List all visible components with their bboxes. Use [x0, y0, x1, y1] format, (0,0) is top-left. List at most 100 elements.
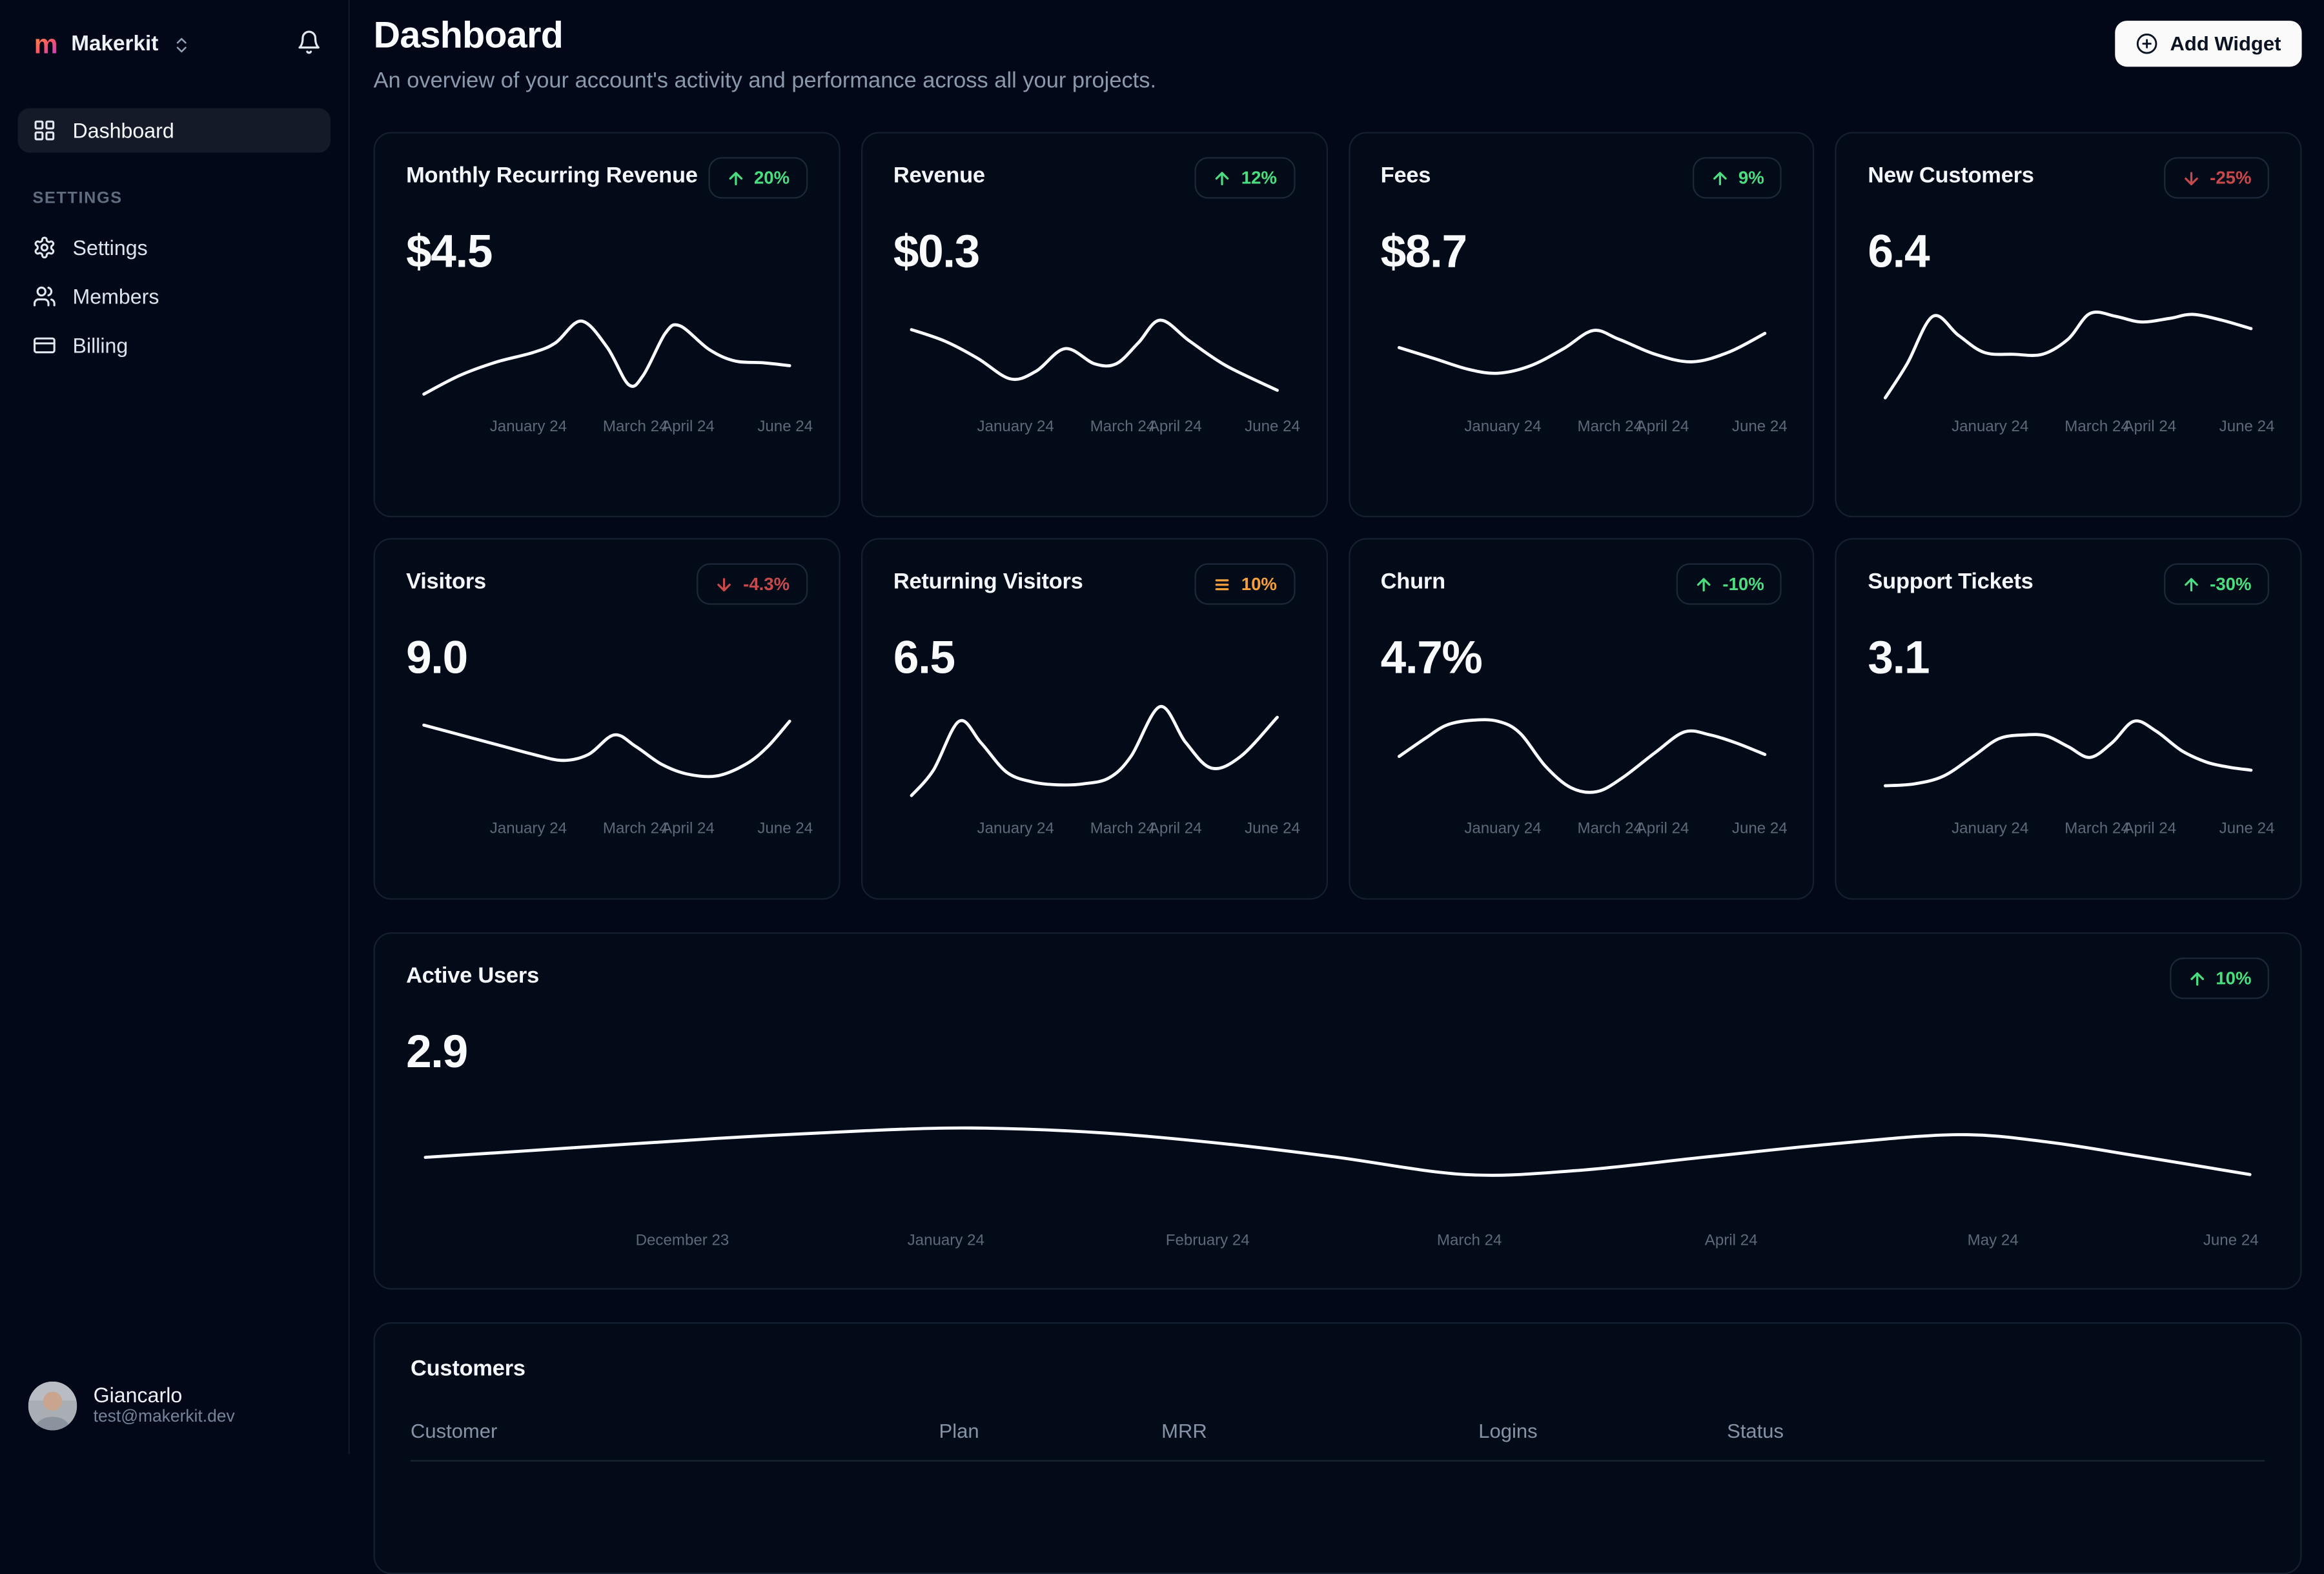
stat-value: 6.5 — [893, 631, 955, 684]
x-tick: January 24 — [489, 418, 567, 436]
user-menu[interactable]: Giancarlo test@makerkit.dev — [18, 1380, 331, 1430]
x-axis-ticks: December 23 January 24 February 24 March 24… — [422, 1231, 2259, 1252]
sparkline-chart — [1396, 718, 1766, 794]
chevrons-up-down-icon — [176, 37, 187, 52]
stat-card-fees: Fees 9% $8.7 January 24 March 24 April 24 J… — [1348, 132, 1815, 518]
trend-icon — [2188, 968, 2207, 988]
trend-badge: 12% — [1195, 157, 1295, 199]
sidebar-section-label: SETTINGS — [32, 189, 123, 208]
x-tick: June 24 — [2203, 1231, 2259, 1250]
stat-value: 9.0 — [406, 631, 468, 684]
table-header-row: Customer Plan MRR Logins Status — [410, 1420, 2265, 1462]
page-header-text: Dashboard An overview of your account's … — [374, 15, 1156, 94]
customers-card: Customers Customer Plan MRR Logins Statu… — [373, 1322, 2302, 1574]
x-axis-ticks: January 24 March 24 April 24 June 24 — [1882, 819, 2274, 841]
trend-icon — [715, 575, 735, 594]
x-tick: December 23 — [635, 1231, 729, 1250]
x-tick: March 24 — [1577, 819, 1643, 838]
sparkline-chart — [1884, 719, 2253, 788]
x-tick: April 24 — [1704, 1231, 1758, 1250]
stat-card-visitors: Visitors -4.3% 9.0 January 24 March 24 Apr… — [373, 538, 841, 900]
x-tick: June 24 — [1731, 819, 1788, 838]
x-tick: May 24 — [1967, 1231, 2019, 1250]
trend-badge: -30% — [2164, 563, 2270, 605]
user-info: Giancarlo test@makerkit.dev — [94, 1382, 235, 1428]
page-subtitle: An overview of your account's activity a… — [373, 68, 1157, 94]
stat-value: 2.9 — [406, 1025, 468, 1078]
card-title: Fees — [1380, 163, 1431, 189]
makerkit-logo-icon: m — [34, 29, 58, 59]
x-tick: February 24 — [1165, 1231, 1250, 1250]
sidebar-item-dashboard[interactable]: Dashboard — [17, 108, 331, 153]
x-tick: March 24 — [2064, 819, 2130, 838]
main-content: Dashboard An overview of your account's … — [350, 0, 2324, 1574]
x-axis-ticks: January 24 March 24 April 24 June 24 — [421, 418, 813, 438]
x-tick: April 24 — [2123, 819, 2177, 838]
x-tick: June 24 — [1731, 418, 1788, 436]
card-title: Revenue — [893, 163, 985, 189]
x-tick: June 24 — [1245, 819, 1300, 838]
x-axis-ticks: January 24 March 24 April 24 June 24 — [908, 819, 1300, 841]
add-widget-button[interactable]: Add Widget — [2115, 21, 2302, 67]
trend-badge: 10% — [2170, 957, 2270, 999]
trend-icon — [726, 169, 745, 188]
trend-icon — [2182, 575, 2201, 594]
x-tick: June 24 — [757, 418, 813, 436]
sidebar-item-label: Settings — [72, 236, 148, 260]
stat-card-monthly-recurring-revenue: Monthly Recurring Revenue 20% $4.5 Janua… — [373, 132, 841, 518]
stat-value: 4.7% — [1380, 631, 1483, 684]
sparkline-chart — [1396, 329, 1766, 375]
x-tick: April 24 — [662, 418, 715, 436]
x-tick: January 24 — [489, 819, 567, 838]
sparkline-chart — [422, 319, 791, 396]
trend-label: 9% — [1738, 167, 1764, 189]
x-axis-ticks: January 24 March 24 April 24 June 24 — [908, 418, 1300, 438]
gear-icon — [33, 236, 57, 260]
stat-card-returning-visitors: Returning Visitors 10% 6.5 January 24 Mar… — [861, 538, 1327, 900]
sidebar-item-label: Billing — [72, 333, 128, 358]
user-avatar — [28, 1380, 77, 1430]
x-tick: March 24 — [602, 418, 668, 436]
x-tick: January 24 — [1464, 418, 1542, 436]
trend-badge: -10% — [1677, 563, 1782, 605]
sidebar-item-label: Members — [72, 284, 159, 309]
x-tick: June 24 — [2219, 418, 2275, 436]
card-title: Visitors — [406, 569, 486, 595]
user-name: Giancarlo — [93, 1382, 183, 1406]
workspace-selector[interactable]: m Makerkit — [34, 29, 191, 59]
trend-badge: -4.3% — [697, 563, 808, 605]
trend-label: 10% — [2216, 968, 2252, 989]
notifications-button[interactable] — [296, 30, 321, 59]
stat-value: $0.3 — [893, 225, 980, 278]
sidebar-item-billing[interactable]: Billing — [18, 323, 331, 368]
x-tick: March 24 — [1436, 1231, 1502, 1250]
trend-badge: 20% — [708, 157, 808, 199]
x-tick: January 24 — [1464, 819, 1542, 838]
sidebar-item-label: Dashboard — [72, 118, 174, 143]
trend-badge: 9% — [1692, 157, 1782, 199]
x-tick: March 24 — [2064, 418, 2130, 436]
credit-card-icon — [33, 334, 57, 358]
stat-card-revenue: Revenue 12% $0.3 January 24 March 24 April… — [861, 132, 1327, 518]
bell-icon — [298, 30, 320, 54]
sidebar-item-settings[interactable]: Settings — [18, 225, 331, 270]
x-tick: June 24 — [2219, 819, 2275, 838]
card-title: Returning Visitors — [893, 569, 1083, 595]
sparkline-chart — [909, 318, 1279, 392]
sparkline-chart — [422, 719, 791, 779]
column-header-status: Status — [1727, 1420, 1784, 1442]
x-tick: January 24 — [977, 819, 1054, 838]
x-tick: April 24 — [1636, 819, 1689, 838]
sidebar-item-members[interactable]: Members — [18, 274, 331, 319]
x-tick: April 24 — [2123, 418, 2177, 436]
trend-icon — [1213, 575, 1232, 594]
card-title: Churn — [1380, 569, 1445, 595]
stat-card-support-tickets: Support Tickets -30% 3.1 January 24 March… — [1835, 538, 2302, 900]
card-title: Active Users — [406, 963, 539, 989]
workspace-name: Makerkit — [71, 32, 159, 57]
customers-title: Customers — [410, 1356, 525, 1382]
x-tick: January 24 — [1952, 819, 2029, 838]
x-tick: March 24 — [1090, 819, 1156, 838]
column-header-mrr: MRR — [1161, 1420, 1207, 1442]
stat-value: 6.4 — [1868, 225, 1930, 278]
